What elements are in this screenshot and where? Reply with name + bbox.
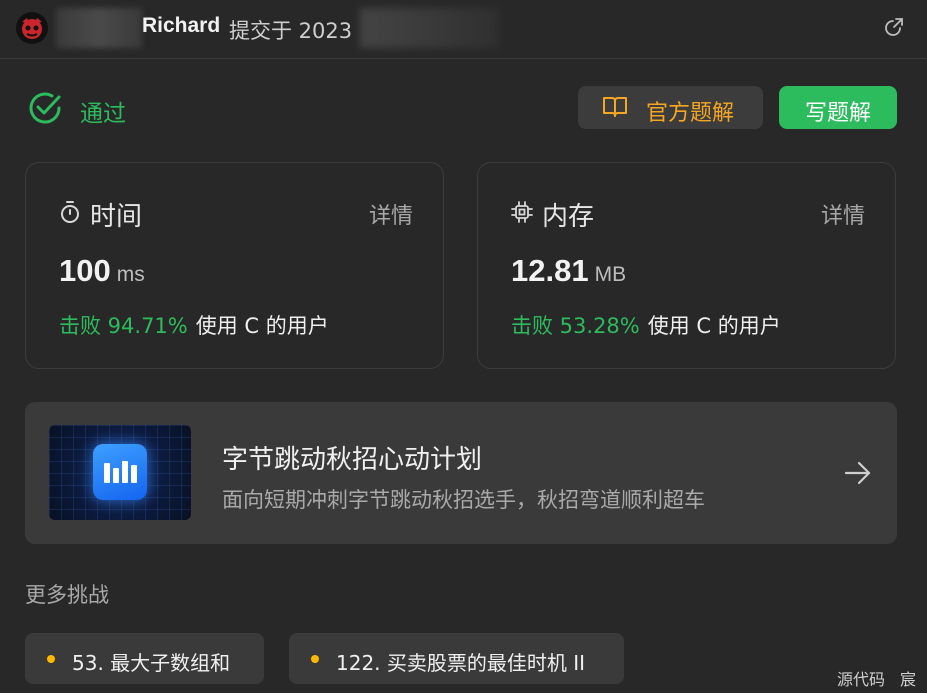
difficulty-dot-icon — [47, 655, 55, 663]
write-solution-button[interactable]: 写题解 — [779, 86, 897, 129]
runtime-detail-link[interactable]: 详情 — [369, 198, 413, 230]
submitted-time: 提交于 2023 — [229, 19, 353, 43]
challenge-label: 53. 最大子数组和 — [72, 651, 231, 675]
share-link-icon[interactable] — [883, 16, 905, 38]
stopwatch-icon — [58, 200, 82, 224]
source-code-link[interactable]: 源代码 — [837, 666, 885, 690]
difficulty-dot-icon — [311, 655, 319, 663]
blurred-username — [56, 8, 142, 48]
memory-beat: 击败 53.28% 使用 C 的用户 — [511, 310, 781, 340]
footer-extra: 宸 — [900, 670, 917, 689]
official-solution-label: 官方题解 — [646, 101, 735, 126]
bytedance-logo-icon — [93, 444, 147, 500]
write-solution-label: 写题解 — [804, 101, 871, 126]
memory-title: 内存 — [542, 202, 595, 232]
memory-value: 12.81 MB — [511, 253, 626, 289]
challenge-item[interactable]: 122. 买卖股票的最佳时机 II — [289, 633, 624, 684]
challenge-label: 122. 买卖股票的最佳时机 II — [336, 651, 586, 675]
blurred-timestamp — [360, 8, 500, 48]
promo-title: 字节跳动秋招心动计划 — [222, 445, 483, 475]
chip-icon — [510, 200, 534, 224]
book-icon — [602, 95, 628, 119]
runtime-card: 时间 详情 100 ms 击败 94.71% 使用 C 的用户 — [25, 162, 444, 369]
promo-thumbnail — [49, 425, 191, 520]
memory-unit: MB — [594, 263, 627, 286]
runtime-beat-percent: 击败 94.71% — [59, 314, 188, 338]
runtime-beat: 击败 94.71% 使用 C 的用户 — [59, 310, 329, 340]
runtime-title: 时间 — [90, 202, 143, 232]
runtime-unit: ms — [116, 263, 145, 286]
status-label: 通过 — [80, 101, 126, 127]
promo-banner[interactable]: 字节跳动秋招心动计划 面向短期冲刺字节跳动秋招选手，秋招弯道顺利超车 — [25, 402, 897, 544]
runtime-beat-suffix: 使用 C 的用户 — [195, 314, 329, 338]
more-challenges-heading: 更多挑战 — [25, 583, 109, 607]
check-circle-icon — [27, 90, 63, 126]
memory-card: 内存 详情 12.81 MB 击败 53.28% 使用 C 的用户 — [477, 162, 896, 369]
memory-beat-suffix: 使用 C 的用户 — [647, 314, 781, 338]
official-solution-button[interactable]: 官方题解 — [578, 86, 763, 129]
promo-subtitle: 面向短期冲刺字节跳动秋招选手，秋招弯道顺利超车 — [222, 488, 705, 512]
runtime-number: 100 — [59, 253, 111, 288]
challenge-item[interactable]: 53. 最大子数组和 — [25, 633, 264, 684]
memory-number: 12.81 — [511, 253, 589, 288]
runtime-value: 100 ms — [59, 253, 145, 289]
arrow-right-icon[interactable] — [843, 459, 873, 487]
submission-header: Richard 提交于 2023 — [0, 0, 927, 59]
avatar[interactable] — [16, 12, 48, 44]
author-name[interactable]: Richard — [142, 14, 220, 38]
memory-beat-percent: 击败 53.28% — [511, 314, 640, 338]
memory-detail-link[interactable]: 详情 — [821, 198, 865, 230]
